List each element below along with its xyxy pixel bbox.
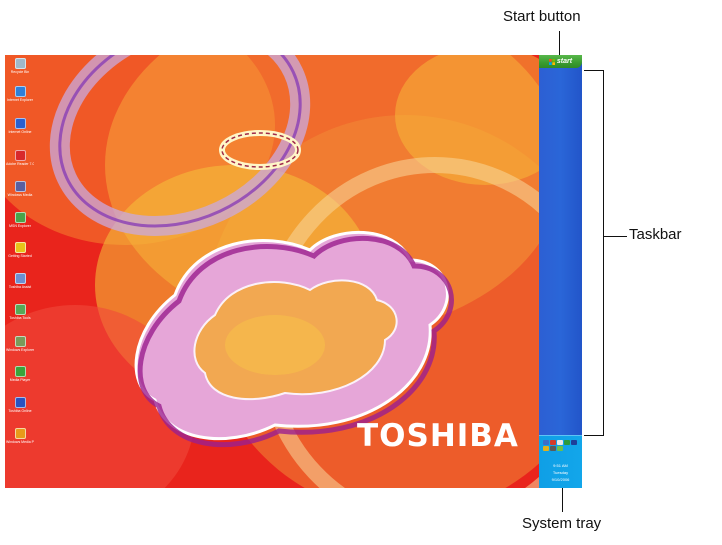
desktop-icon-adobe-reader[interactable]: Adobe Reader 7.0: [6, 150, 34, 166]
desktop-icon-windows-media-player[interactable]: Windows Media Player: [6, 428, 34, 444]
toshiba-assist-icon: [14, 273, 26, 284]
internet-online-icon: [14, 118, 26, 129]
start-label: start: [556, 58, 573, 65]
tray-date: 9/10/2006: [551, 477, 570, 482]
tray-battery-icon[interactable]: [557, 446, 563, 451]
desktop-icon-internet-explorer[interactable]: Internet Explorer: [6, 86, 34, 102]
adobe-reader-icon: [14, 150, 26, 161]
tray-power-icon[interactable]: [564, 440, 570, 445]
desktop-screenshot: TOSHIBA Recycle Bin Internet Explorer In…: [5, 55, 582, 488]
taskbar-bracket-bottom: [584, 435, 603, 436]
windows-media-player-icon: [14, 428, 26, 439]
taskbar[interactable]: start 9:51 AM Tuesday 9/10/2006: [539, 55, 582, 488]
toshiba-wallpaper-logo: TOSHIBA: [357, 418, 519, 454]
desktop-icons: Recycle Bin Internet Explorer Internet O…: [5, 55, 45, 488]
tray-icons: [543, 440, 579, 451]
desktop-icon-toshiba-assist[interactable]: Toshiba Assist: [6, 273, 34, 289]
desktop-icon-windows-explorer[interactable]: Windows Explorer: [6, 336, 34, 352]
callout-start-button-leader: [559, 31, 560, 55]
tray-wireless-icon[interactable]: [550, 446, 556, 451]
media-icon: [14, 181, 26, 192]
desktop-icon-getting-started[interactable]: Getting Started: [6, 242, 34, 258]
toshiba-tools-icon: [14, 304, 26, 315]
tray-network-icon[interactable]: [543, 440, 549, 445]
desktop-icon-media-player[interactable]: Media Player: [6, 366, 34, 382]
tray-update-icon[interactable]: [543, 446, 549, 451]
tray-clock[interactable]: 9:51 AM: [539, 463, 582, 468]
callout-system-tray-leader: [562, 488, 563, 512]
desktop-wallpaper: TOSHIBA: [5, 55, 539, 488]
media-player-icon: [14, 366, 26, 377]
windows-explorer-icon: [14, 336, 26, 347]
internet-explorer-icon: [14, 86, 26, 97]
taskbar-bracket-leader: [603, 236, 627, 237]
desktop-icon-toshiba-online[interactable]: Toshiba Online: [6, 397, 34, 413]
callout-taskbar: Taskbar: [629, 226, 682, 243]
desktop-icon-recycle-bin[interactable]: Recycle Bin: [6, 58, 34, 74]
desktop-icon-windows-media[interactable]: Windows Media: [6, 181, 34, 197]
start-button[interactable]: start: [539, 55, 582, 68]
tray-volume-icon[interactable]: [557, 440, 563, 445]
taskbar-bracket-side: [603, 70, 604, 436]
desktop-icon-msn-explorer[interactable]: MSN Explorer: [6, 212, 34, 228]
toshiba-online-icon: [14, 397, 26, 408]
callout-system-tray: System tray: [522, 515, 602, 532]
windows-flag-icon: [548, 58, 555, 65]
desktop-icon-internet-online[interactable]: Internet Online: [6, 118, 34, 134]
recycle-bin-icon: [14, 58, 26, 69]
tray-security-icon[interactable]: [550, 440, 556, 445]
tray-day: Tuesday: [552, 470, 569, 475]
desktop-icon-toshiba-tools[interactable]: Toshiba Tools: [6, 304, 34, 320]
system-tray[interactable]: 9:51 AM Tuesday 9/10/2006: [539, 435, 582, 488]
callout-start-button: Start button: [503, 8, 581, 25]
getting-started-icon: [14, 242, 26, 253]
tray-display-icon[interactable]: [571, 440, 577, 445]
taskbar-bracket-top: [584, 70, 603, 71]
msn-icon: [14, 212, 26, 223]
